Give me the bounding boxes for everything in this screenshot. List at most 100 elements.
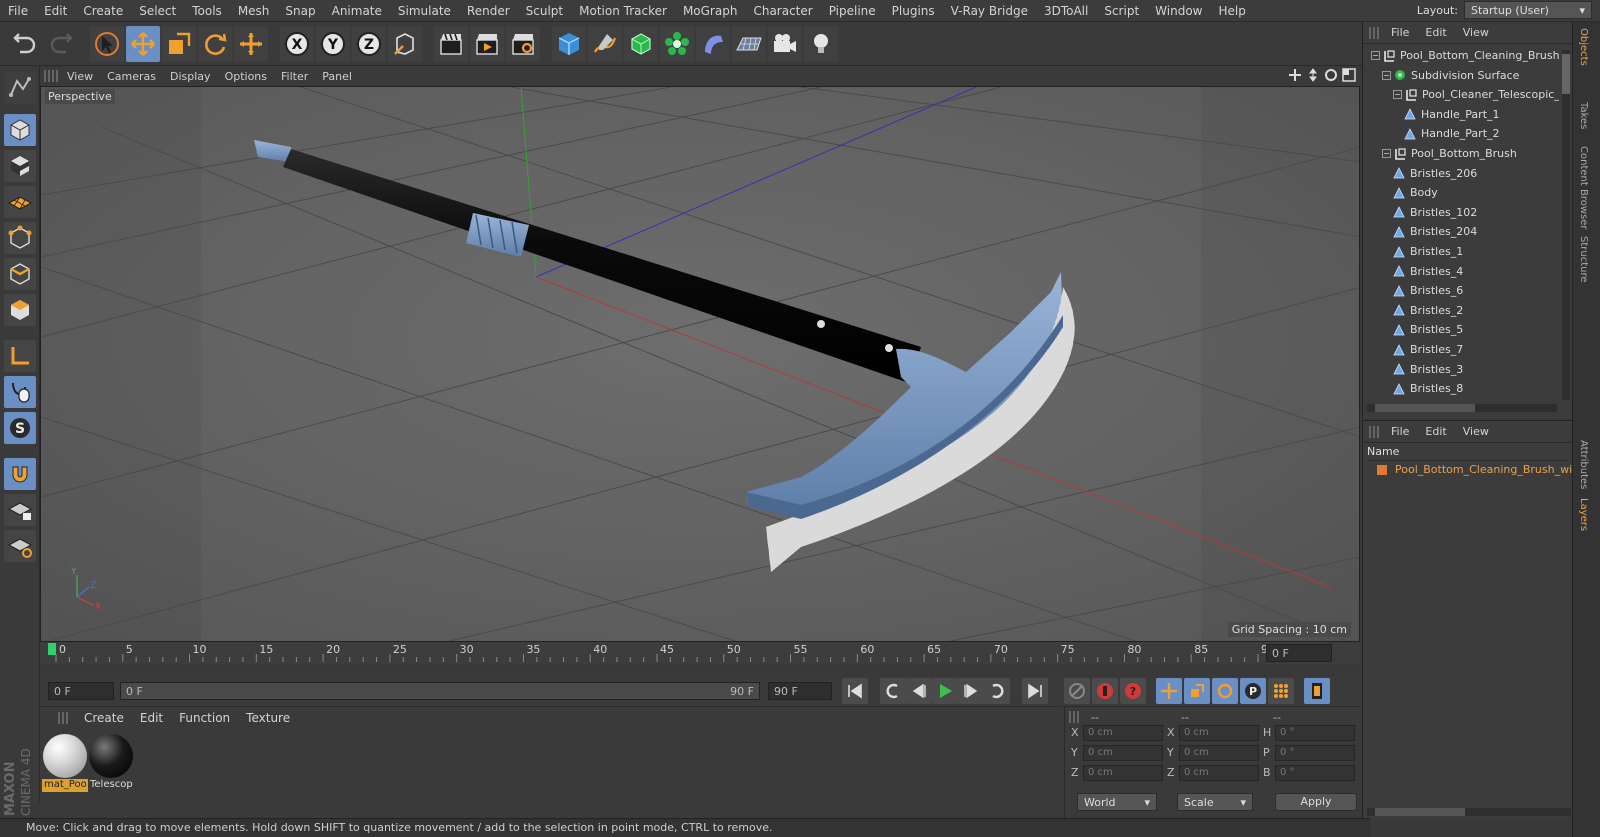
menu-motion-tracker[interactable]: Motion Tracker	[571, 4, 675, 18]
menu-edit[interactable]: Edit	[36, 4, 75, 18]
lock-workplane-button[interactable]	[4, 494, 36, 526]
layout-dropdown[interactable]: Startup (User) ▾	[1464, 1, 1592, 19]
object-scrollbar[interactable]	[1562, 50, 1570, 400]
render-view-button[interactable]	[434, 26, 468, 62]
timeline-window-button[interactable]	[1304, 678, 1330, 704]
menu-mesh[interactable]: Mesh	[230, 4, 278, 18]
object-row[interactable]: Bristles_6	[1393, 281, 1463, 300]
move-tool-button[interactable]	[126, 26, 160, 62]
object-row[interactable]: − Subdivision Surface	[1382, 66, 1519, 85]
key-rotation-button[interactable]	[1212, 678, 1238, 704]
pan-view-icon[interactable]	[1288, 68, 1302, 82]
zoom-view-icon[interactable]	[1306, 68, 1320, 82]
menu-character[interactable]: Character	[745, 4, 820, 18]
key-position-button[interactable]	[1156, 678, 1182, 704]
magnet-button[interactable]	[4, 458, 36, 490]
keyframe-selection-button[interactable]: ?	[1120, 678, 1146, 704]
scale-tool-button[interactable]	[162, 26, 196, 62]
menu-pipeline[interactable]: Pipeline	[821, 4, 884, 18]
menu-3dtoall[interactable]: 3DToAll	[1036, 4, 1096, 18]
size-field[interactable]: 0 cm	[1179, 765, 1259, 781]
points-mode-button[interactable]	[4, 222, 36, 254]
toggle-view-icon[interactable]	[1342, 68, 1356, 82]
viewport-menu-cameras[interactable]: Cameras	[100, 70, 163, 83]
playhead-marker[interactable]	[48, 643, 56, 655]
viewport-menu-filter[interactable]: Filter	[274, 70, 315, 83]
menu-file[interactable]: File	[0, 4, 36, 18]
objects-menu-view[interactable]: View	[1455, 26, 1497, 39]
frame-range-slider[interactable]: 0 F 90 F	[120, 682, 760, 700]
next-key-button[interactable]	[984, 678, 1010, 704]
scroll-thumb[interactable]	[1562, 54, 1570, 94]
object-row[interactable]: Handle_Part_2	[1404, 124, 1500, 143]
floor-button[interactable]	[732, 26, 766, 62]
end-frame-field[interactable]: 90 F	[768, 682, 832, 700]
position-field[interactable]: 0 cm	[1083, 725, 1163, 741]
object-row[interactable]: Bristles_4	[1393, 262, 1463, 281]
key-scale-button[interactable]	[1184, 678, 1210, 704]
menu-sculpt[interactable]: Sculpt	[518, 4, 571, 18]
key-pla-button[interactable]	[1268, 678, 1294, 704]
subdivision-surface-button[interactable]	[624, 26, 658, 62]
material-menu-edit[interactable]: Edit	[132, 711, 171, 725]
collapse-toggle-icon[interactable]: −	[1382, 70, 1391, 80]
undo-button[interactable]	[8, 26, 42, 62]
object-row[interactable]: Bristles_2	[1393, 301, 1463, 320]
collapse-toggle-icon[interactable]: −	[1393, 90, 1402, 100]
material-telescopic[interactable]: Telescop	[88, 733, 134, 791]
side-tab-structure[interactable]: Structure	[1578, 236, 1589, 283]
polygons-mode-button[interactable]	[4, 294, 36, 326]
menu-render[interactable]: Render	[459, 4, 518, 18]
menu-select[interactable]: Select	[131, 4, 184, 18]
current-frame-field[interactable]: 0 F	[1266, 644, 1332, 662]
object-row[interactable]: Handle_Part_1	[1404, 105, 1500, 124]
rotate-tool-button[interactable]	[198, 26, 232, 62]
layers-menu-view[interactable]: View	[1455, 425, 1497, 438]
previous-frame-button[interactable]	[906, 678, 932, 704]
deformer-button[interactable]	[696, 26, 730, 62]
h-scroll-thumb[interactable]	[1375, 404, 1475, 412]
next-frame-button[interactable]	[958, 678, 984, 704]
object-row[interactable]: Bristles_7	[1393, 340, 1463, 359]
snap-button[interactable]: S	[4, 412, 36, 444]
menu-simulate[interactable]: Simulate	[390, 4, 459, 18]
timeline-ruler[interactable]: 051015202530354045505560657075808590 0 F	[40, 642, 1360, 664]
object-row[interactable]: Bristles_3	[1393, 360, 1463, 379]
size-mode-dropdown[interactable]: Scale ▾	[1177, 793, 1253, 811]
perspective-viewport[interactable]: Y X Z Perspective Grid Spacing : 10 cm	[40, 86, 1360, 642]
layer-row[interactable]: Pool_Bottom_Cleaning_Brush_wit	[1377, 463, 1576, 476]
viewport-camera-label[interactable]: Perspective	[45, 89, 115, 104]
side-tab-takes[interactable]: Takes	[1578, 102, 1589, 129]
edges-mode-button[interactable]	[4, 258, 36, 290]
layers-menu-edit[interactable]: Edit	[1417, 425, 1454, 438]
autokeying-button[interactable]	[1092, 678, 1118, 704]
pen-spline-button[interactable]	[588, 26, 622, 62]
rotation-field[interactable]: 0 °	[1275, 745, 1355, 761]
position-field[interactable]: 0 cm	[1083, 765, 1163, 781]
object-row[interactable]: Bristles_8	[1393, 379, 1463, 398]
rotation-field[interactable]: 0 °	[1275, 725, 1355, 741]
position-field[interactable]: 0 cm	[1083, 745, 1163, 761]
size-field[interactable]: 0 cm	[1179, 725, 1259, 741]
render-to-picture-viewer-button[interactable]	[470, 26, 504, 62]
menu-help[interactable]: Help	[1210, 4, 1253, 18]
menu-tools[interactable]: Tools	[184, 4, 230, 18]
menu-mograph[interactable]: MoGraph	[675, 4, 746, 18]
layers-menu-file[interactable]: File	[1383, 425, 1417, 438]
model-mode-button[interactable]	[4, 114, 36, 146]
material-menu-texture[interactable]: Texture	[238, 711, 298, 725]
z-axis-lock-button[interactable]: Z	[352, 26, 386, 62]
side-tab-layers[interactable]: Layers	[1578, 498, 1589, 531]
menu-animate[interactable]: Animate	[324, 4, 390, 18]
object-row[interactable]: Bristles_5	[1393, 320, 1463, 339]
record-active-objects-button[interactable]	[1064, 678, 1090, 704]
collapse-toggle-icon[interactable]: −	[1371, 51, 1380, 60]
viewport-menu-panel[interactable]: Panel	[315, 70, 359, 83]
texture-mode-button[interactable]	[4, 150, 36, 182]
tweak-mode-button[interactable]	[4, 376, 36, 408]
key-parameter-button[interactable]: P	[1240, 678, 1266, 704]
layer-color-swatch[interactable]	[1377, 464, 1387, 475]
render-settings-button[interactable]	[506, 26, 540, 62]
coordinate-system-button[interactable]	[388, 26, 422, 62]
make-editable-button[interactable]	[4, 72, 36, 104]
